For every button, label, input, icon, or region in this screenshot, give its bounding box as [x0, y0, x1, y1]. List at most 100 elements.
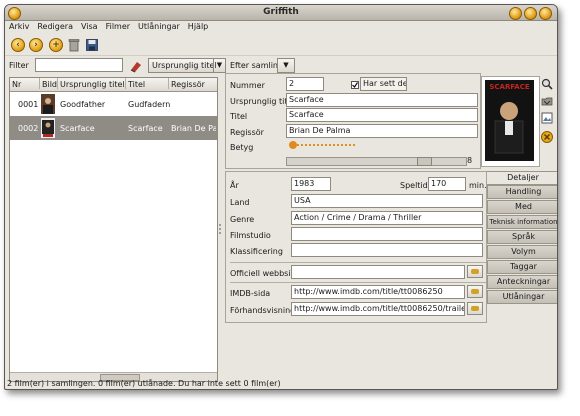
menu-arkiv[interactable]: Arkiv — [5, 21, 33, 31]
cell-title: Scarface — [128, 124, 163, 133]
runtime-unit: min. — [469, 181, 487, 190]
separator — [230, 282, 486, 283]
slider-knob[interactable] — [417, 157, 432, 166]
toolbar: ‹ › + — [5, 35, 557, 56]
seen-checkbox[interactable] — [351, 81, 359, 89]
orig-title-label: Ursprunglig titel — [230, 97, 295, 106]
open-trailer-button[interactable] — [467, 302, 483, 315]
poster-image[interactable]: SCARFACE — [481, 76, 540, 167]
title-field[interactable]: Scarface — [286, 108, 478, 122]
chevron-down-icon: ▼ — [213, 59, 225, 72]
seen-label[interactable]: Har sett den — [360, 77, 407, 91]
open-imdb-button[interactable] — [467, 285, 483, 298]
runtime-label: Speltid — [400, 181, 428, 190]
classification-field[interactable] — [291, 243, 483, 257]
tab-teknisk-information[interactable]: Teknisk information — [487, 215, 557, 229]
image-icon[interactable] — [541, 112, 553, 124]
studio-field[interactable] — [291, 227, 483, 241]
save-icon[interactable] — [85, 38, 99, 52]
menu-filmer[interactable]: Filmer — [102, 21, 134, 31]
menu-visa[interactable]: Visa — [77, 21, 102, 31]
minimize-icon[interactable] — [509, 7, 522, 20]
genre-field[interactable]: Action / Crime / Drama / Thriller — [291, 211, 483, 225]
column-nr[interactable]: Nr — [10, 78, 40, 89]
cell-title: Gudfadern — [128, 100, 171, 109]
tab-anteckningar[interactable]: Anteckningar — [487, 275, 557, 289]
separator — [230, 262, 486, 263]
orig-title-field[interactable]: Scarface — [286, 93, 478, 107]
imdb-label: IMDB-sida — [230, 289, 271, 298]
filter-label: Filter — [9, 61, 29, 70]
director-label: Regissör — [230, 128, 264, 137]
year-field[interactable]: 1983 — [291, 177, 331, 191]
number-field[interactable]: 2 — [286, 77, 324, 91]
year-label: År — [230, 181, 239, 190]
country-label: Land — [230, 198, 250, 207]
genre-label: Genre — [230, 215, 255, 224]
collection-select[interactable]: ▼ — [277, 58, 295, 73]
tab-med[interactable]: Med — [487, 200, 557, 214]
menu-redigera[interactable]: Redigera — [33, 21, 77, 31]
menu-hjalp[interactable]: Hjälp — [184, 21, 212, 31]
sort-field-select[interactable]: Ursprunglig titel ▼ — [148, 58, 226, 73]
column-title[interactable]: Titel — [126, 78, 169, 89]
clear-filter-icon[interactable] — [129, 59, 143, 73]
filter-input[interactable] — [35, 58, 123, 72]
title-label: Titel — [230, 112, 248, 121]
collection-label: Efter samling — [230, 61, 284, 70]
number-label: Nummer — [230, 81, 265, 90]
back-icon[interactable]: ‹ — [11, 38, 25, 52]
website-label: Officiell webbsida — [230, 269, 301, 278]
open-image-icon[interactable] — [541, 95, 553, 107]
rating-slider[interactable] — [286, 157, 467, 166]
tab-handling[interactable]: Handling — [487, 185, 557, 199]
tab-utlaningar[interactable]: Utlåningar — [487, 290, 557, 304]
imdb-field[interactable]: http://www.imdb.com/title/tt0086250 — [291, 285, 465, 299]
list-header: Nr Bild Ursprunglig titel Titel Regissör — [10, 78, 217, 92]
studio-label: Filmstudio — [230, 231, 271, 240]
poster-thumbnail — [41, 118, 55, 138]
trailer-field[interactable]: http://www.imdb.com/title/tt0086250/trai… — [291, 302, 465, 316]
tab-detaljer[interactable]: Detaljer — [487, 171, 557, 185]
window-title: Griffith — [263, 7, 299, 17]
menu-bar: Arkiv Redigera Visa Filmer Utlåningar Hjälp — [5, 21, 557, 34]
poster-thumbnail — [41, 94, 55, 114]
tab-sprak[interactable]: Språk — [487, 230, 557, 244]
title-bar: Griffith — [5, 5, 557, 21]
search-icon[interactable] — [541, 78, 553, 90]
cell-nr: 0001 — [18, 100, 39, 109]
tab-volym[interactable]: Volym — [487, 245, 557, 259]
director-field[interactable]: Brian De Palma — [286, 124, 478, 138]
sort-field-value: Ursprunglig titel — [152, 61, 217, 70]
column-bild[interactable]: Bild — [40, 78, 58, 89]
add-icon[interactable]: + — [49, 38, 63, 52]
poster-title: SCARFACE — [489, 83, 530, 91]
movie-list: Nr Bild Ursprunglig titel Titel Regissör… — [9, 77, 218, 382]
list-item[interactable]: 0001 Goodfather Gudfadern — [10, 92, 217, 116]
rating-value: 8 — [467, 156, 473, 165]
rating-stars[interactable] — [288, 139, 360, 151]
website-field[interactable] — [291, 265, 465, 279]
country-field[interactable]: USA — [291, 194, 483, 208]
trailer-label: Förhandsvisning — [230, 306, 296, 315]
cell-director: Brian De Palma — [171, 124, 216, 133]
runtime-field[interactable]: 170 — [428, 177, 466, 191]
pane-splitter[interactable] — [218, 77, 222, 380]
menu-utlaningar[interactable]: Utlåningar — [134, 21, 184, 31]
app-window: Griffith Arkiv Redigera Visa Filmer Utlåning… — [4, 4, 558, 390]
maximize-icon[interactable] — [524, 7, 537, 20]
tab-taggar[interactable]: Taggar — [487, 260, 557, 274]
cell-nr: 0002 — [18, 124, 39, 133]
status-bar: 2 film(er) i samlingen. 0 film(er) utlån… — [7, 379, 281, 388]
delete-icon[interactable] — [67, 38, 81, 52]
list-item[interactable]: 0002 Scarface Scarface Brian De Palma — [10, 116, 217, 140]
column-director[interactable]: Regissör — [169, 78, 217, 89]
close-icon[interactable] — [539, 7, 552, 20]
classification-label: Klassificering — [230, 247, 283, 256]
column-orig-title[interactable]: Ursprunglig titel — [58, 78, 126, 89]
cell-orig-title: Scarface — [60, 124, 95, 133]
remove-image-icon[interactable] — [541, 131, 553, 143]
chevron-down-icon: ▼ — [283, 61, 289, 69]
forward-icon[interactable]: › — [29, 38, 43, 52]
open-website-button[interactable] — [467, 265, 483, 278]
